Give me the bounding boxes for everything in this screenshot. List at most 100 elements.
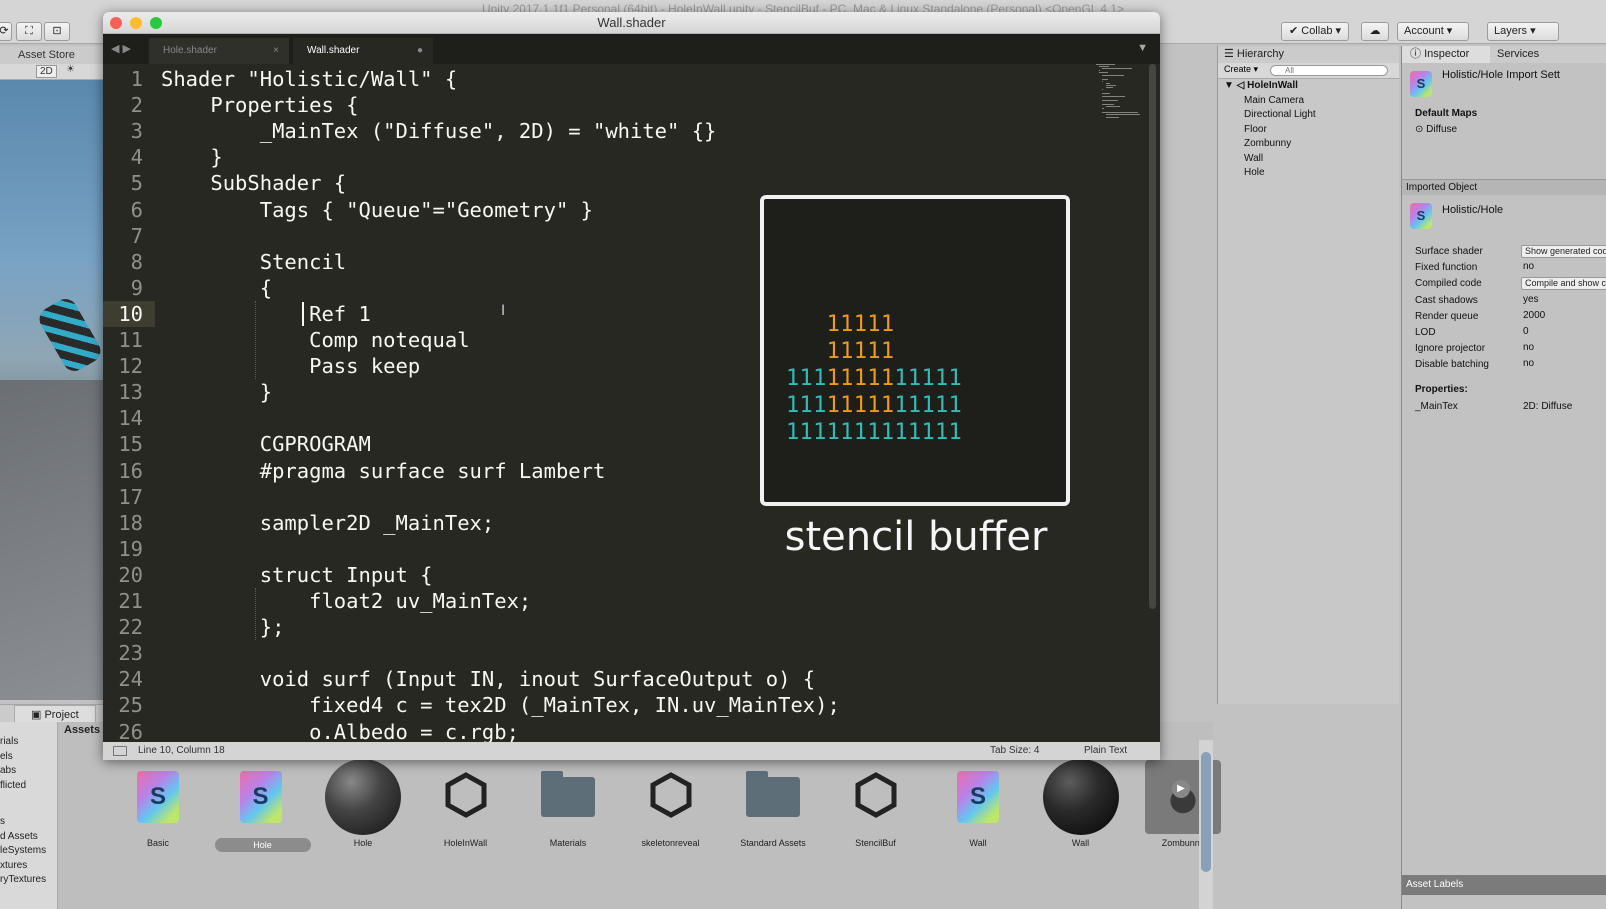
asset-labels-bar[interactable]: Asset Labels	[1402, 875, 1606, 895]
hierarchy-item[interactable]: Floor	[1218, 123, 1399, 138]
inspector-row-label: Ignore projector	[1415, 343, 1486, 355]
scene-view[interactable]	[0, 80, 110, 700]
hierarchy-item[interactable]: Directional Light	[1218, 108, 1399, 123]
asset-item[interactable]: HoleInWall	[406, 760, 506, 870]
stencil-value-run: 111	[786, 393, 827, 418]
collab-button[interactable]: ✔ Collab ▾	[1281, 22, 1349, 41]
asset-thumbnail: S	[219, 760, 303, 834]
asset-item[interactable]: Materials	[508, 760, 608, 870]
inspector-row-button[interactable]: Compile and show code	[1521, 277, 1606, 291]
code-line: 4 }	[103, 144, 1160, 170]
minimize-window-button[interactable]	[130, 17, 142, 29]
project-folder-item[interactable]: s	[0, 816, 5, 827]
hierarchy-item[interactable]: Main Camera	[1218, 94, 1399, 109]
console-icon[interactable]	[113, 746, 127, 756]
unsaved-dot-icon[interactable]: ●	[417, 38, 423, 64]
asset-item[interactable]: StencilBuf	[816, 760, 916, 870]
play-preview-icon[interactable]: ▶	[1172, 780, 1190, 798]
inspector-tab[interactable]: ⓘ Inspector	[1402, 46, 1490, 63]
tab-menu-chevron-icon[interactable]: ▼	[1137, 42, 1148, 54]
minimap[interactable]	[1096, 64, 1146, 124]
assets-scroll-thumb[interactable]	[1201, 752, 1211, 872]
editor-tab[interactable]: Hole.shader ×	[149, 38, 289, 64]
line-text: Stencil	[161, 249, 347, 274]
line-number: 18	[118, 510, 143, 535]
hierarchy-item[interactable]: Zombunny	[1218, 137, 1399, 152]
line-text: o.Albedo = c.rgb;	[161, 719, 519, 743]
asset-item[interactable]: skeletonreveal	[611, 760, 711, 870]
asset-item[interactable]: S Wall	[918, 760, 1018, 870]
imported-object-name: Holistic/Hole	[1442, 204, 1504, 216]
minimap-line	[1105, 87, 1113, 89]
asset-item[interactable]: Wall	[1021, 759, 1121, 870]
editor-tab-label: Hole.shader	[163, 45, 217, 56]
project-folder-item[interactable]: flicted	[0, 780, 26, 791]
code-line: 22 };	[103, 614, 1160, 640]
inspector-row-value: no	[1523, 342, 1535, 354]
code-line: 24 void surf (Input IN, inout SurfaceOut…	[103, 666, 1160, 692]
asset-item[interactable]: Standard Assets	[713, 760, 813, 870]
line-text: Pass keep	[161, 354, 421, 379]
inspector-tab-label: Inspector	[1424, 48, 1470, 60]
hierarchy-create-dropdown[interactable]: Create ▾	[1224, 64, 1258, 75]
close-tab-icon[interactable]: ×	[273, 38, 279, 64]
line-text: #pragma surface surf Lambert	[161, 458, 606, 483]
minimap-line	[1102, 78, 1108, 80]
services-tab[interactable]: Services	[1497, 46, 1539, 63]
stencil-value-run: 11111	[894, 366, 963, 391]
line-number: 23	[118, 641, 143, 666]
asset-item[interactable]: S Hole	[201, 760, 311, 870]
project-folder-item[interactable]: rials	[0, 736, 18, 747]
layers-dropdown[interactable]: Layers ▾	[1487, 22, 1559, 41]
editor-tab[interactable]: Wall.shader ●	[293, 38, 433, 64]
line-text: };	[161, 615, 285, 640]
project-folder-item[interactable]: xtures	[0, 860, 27, 871]
nav-arrows-icon[interactable]: ◀ ▶	[111, 42, 131, 55]
line-number: 24	[118, 667, 143, 692]
asset-store-tab[interactable]: Asset Store	[18, 46, 75, 64]
scene-toolbar: 2D ☀	[0, 64, 110, 80]
project-folder-item[interactable]: els	[0, 751, 13, 762]
inspector-row-label: Disable batching	[1415, 359, 1489, 371]
assets-scrollbar[interactable]	[1199, 740, 1213, 909]
hierarchy-scene-root[interactable]: ▼ ◁ HoleInWall	[1218, 79, 1399, 94]
zoom-window-button[interactable]	[150, 17, 162, 29]
editor-scrollbar[interactable]	[1149, 64, 1156, 609]
line-number: 22	[118, 615, 143, 640]
project-folder-item[interactable]: d Assets	[0, 831, 38, 842]
close-window-button[interactable]	[110, 17, 122, 29]
asset-item[interactable]: S Basic	[98, 760, 198, 870]
scene-2d-toggle[interactable]: 2D	[36, 65, 57, 78]
unity-scene-icon	[442, 771, 490, 824]
project-folder-item[interactable]: abs	[0, 765, 16, 776]
tab-size-indicator[interactable]: Tab Size: 4	[990, 742, 1039, 760]
indent-guide	[255, 300, 257, 380]
refresh-tool-icon[interactable]: ⟳	[0, 22, 12, 41]
line-number: 19	[118, 536, 143, 561]
hierarchy-item[interactable]: Wall	[1218, 152, 1399, 167]
transform-tool-icon[interactable]: ⊡	[44, 22, 70, 41]
syntax-indicator[interactable]: Plain Text	[1084, 742, 1127, 760]
line-text: }	[161, 380, 273, 405]
line-number: 2	[130, 93, 143, 118]
asset-thumbnail	[424, 760, 508, 834]
line-number: 13	[118, 380, 143, 405]
cloud-icon[interactable]: ☁	[1361, 22, 1389, 41]
stencil-value-run	[786, 312, 827, 337]
inspector-row-button[interactable]: Show generated code	[1521, 245, 1606, 258]
hierarchy-item[interactable]: Hole	[1218, 166, 1399, 181]
rect-tool-icon[interactable]: ⛶	[16, 22, 42, 41]
hierarchy-search-input[interactable]	[1270, 65, 1388, 76]
project-folder-item[interactable]: ryTextures	[0, 874, 46, 885]
line-text: struct Input {	[161, 562, 433, 587]
asset-thumbnail	[321, 759, 405, 835]
asset-item[interactable]: Hole	[303, 759, 405, 870]
sun-icon[interactable]: ☀	[66, 64, 75, 75]
project-tabbar: ▣ Project	[0, 704, 110, 725]
diffuse-slot[interactable]: ⊙ Diffuse	[1415, 124, 1457, 135]
project-folder-item[interactable]: leSystems	[0, 845, 46, 856]
account-dropdown[interactable]: Account ▾	[1397, 22, 1469, 41]
line-number: 26	[118, 719, 143, 743]
hierarchy-tab[interactable]: ☰ Hierarchy	[1224, 46, 1284, 63]
minimap-line	[1102, 108, 1104, 110]
